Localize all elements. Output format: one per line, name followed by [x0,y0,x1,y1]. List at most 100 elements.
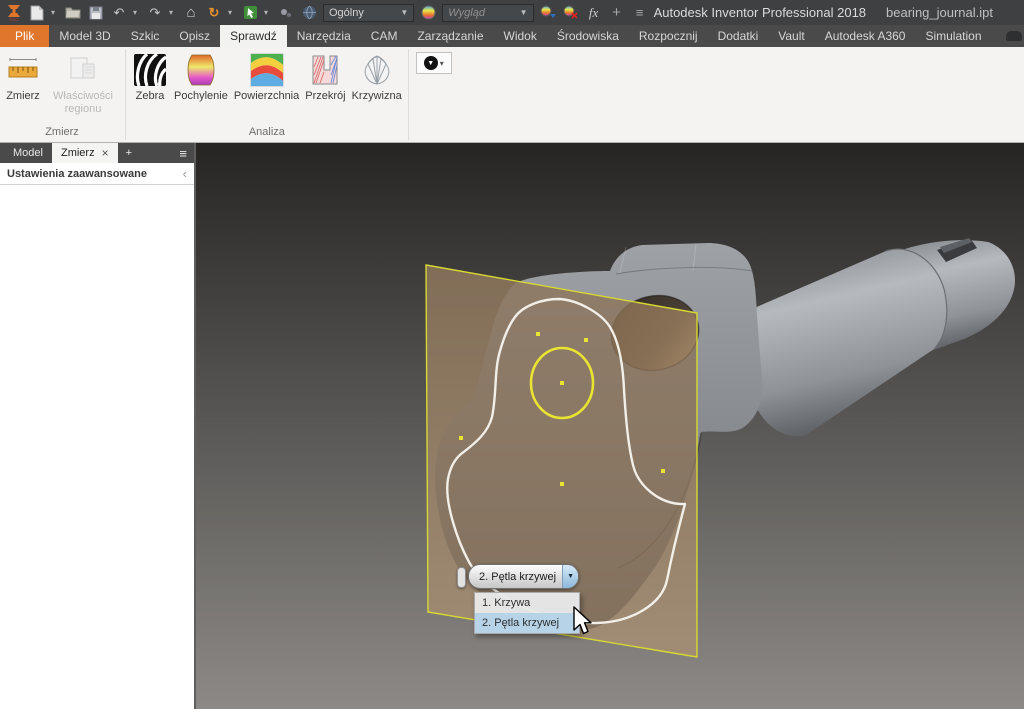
surface-label: Powierzchnia [233,90,300,102]
panel-menu-icon[interactable]: ≡ [172,143,194,163]
tab-cam[interactable]: CAM [361,25,408,47]
svg-text:PRO: PRO [10,17,19,22]
tab-plik[interactable]: Plik [0,25,50,47]
new-file-icon[interactable] [28,3,46,23]
collapse-chevron-icon[interactable]: ‹ [183,166,187,181]
a360-cloud-icon[interactable] [1006,31,1022,41]
section-icon [307,52,343,88]
document-name: bearing_journal.ipt [886,5,993,20]
material-combo-value: Ogólny [329,6,364,19]
graphics-viewport[interactable]: 2. Pętla krzywej ▼ 1. Krzywa 2. Pętla kr… [196,143,1024,709]
appearance-combo-placeholder: Wygląd [448,6,485,19]
measure-icon [5,52,41,88]
inventor-window: PRO ▾ ↶ ▾ ↷ ▾ ⌂ ↻ ▾ ▾ Ogólny ▼ Wygląd ▼ … [0,0,1024,709]
tab-zarzadzanie[interactable]: Zarządzanie [407,25,493,47]
material-sphere-icon[interactable] [419,3,437,23]
panel-tab-model[interactable]: Model [4,143,52,163]
advanced-settings-label: Ustawienia zaawansowane [7,167,147,180]
add-panel-tab-button[interactable]: + [118,143,140,163]
visibility-arrow-icon: ▾ [439,58,444,68]
tab-widok[interactable]: Widok [494,25,547,47]
curvature-button[interactable]: Krzywizna [349,48,405,103]
inventor-logo-icon: PRO [5,3,23,23]
material-combo[interactable]: Ogólny ▼ [323,3,415,22]
tab-srodowiska[interactable]: Środowiska [547,25,629,47]
tab-szkic[interactable]: Szkic [121,25,170,47]
adjust-appearance-icon[interactable] [539,3,557,23]
material-combo-arrow-icon: ▼ [400,8,409,17]
appearance-combo-arrow-icon: ▼ [519,8,528,17]
zebra-button[interactable]: Zebra [129,48,171,103]
option-krzywa[interactable]: 1. Krzywa [475,593,579,613]
select-dropdown-icon[interactable]: ▾ [264,8,272,17]
surface-button[interactable]: Powierzchnia [231,48,302,103]
section-button[interactable]: Przekrój [302,48,348,103]
close-tab-icon[interactable]: × [102,146,109,160]
tab-dodatki[interactable]: Dodatki [708,25,769,47]
measure-label: Zmierz [6,90,40,102]
draft-icon [183,52,219,88]
redo-icon[interactable]: ↷ [146,3,164,23]
tab-opisz[interactable]: Opisz [169,25,220,47]
draft-label: Pochylenie [174,90,228,102]
option-petla-krzywej[interactable]: 2. Pętla krzywej [475,613,579,633]
new-file-dropdown-icon[interactable]: ▾ [51,8,59,17]
curvature-icon [359,52,395,88]
panel-tab-bar: Model Zmierz × + ≡ [0,143,194,163]
region-properties-label: Właściwości regionu [53,90,113,115]
curve-selector-list: 1. Krzywa 2. Pętla krzywej [474,592,580,634]
annotate-dots-icon[interactable] [277,3,295,23]
ribbon-group-zmierz: Zmierz Właściwości regionu Zmierz [0,47,124,142]
zebra-label: Zebra [135,90,165,102]
curve-selector-combo[interactable]: 2. Pętla krzywej ▼ [468,564,580,589]
panel-body [0,185,194,709]
advanced-settings-header[interactable]: Ustawienia zaawansowane ‹ [0,163,194,185]
browser-panel: Model Zmierz × + ≡ Ustawienia zaawansowa… [0,143,196,709]
select-icon[interactable] [241,3,259,23]
ribbon-group-analiza: Zebra Pochylenie Powierzchnia Przekrój K… [127,47,407,142]
section-label: Przekrój [305,90,346,102]
selector-handle[interactable] [457,567,466,588]
ribbon-separator [407,49,409,140]
tab-autodesk-a360[interactable]: Autodesk A360 [815,25,916,47]
tab-sprawdz[interactable]: Sprawdź [220,25,287,47]
update-icon[interactable]: ↻ [205,3,223,23]
curve-selector-arrow-icon[interactable]: ▼ [562,565,579,588]
title-bar: PRO ▾ ↶ ▾ ↷ ▾ ⌂ ↻ ▾ ▾ Ogólny ▼ Wygląd ▼ … [0,0,1024,25]
parameters-fx-icon[interactable]: fx [585,3,603,23]
ribbon-panel: Zmierz Właściwości regionu Zmierz Zebra … [0,47,1024,143]
group-label-analiza: Analiza [248,126,285,138]
tab-simulation[interactable]: Simulation [915,25,991,47]
ribbon-tab-bar: Plik Model 3D Szkic Opisz Sprawdź Narzęd… [0,25,1024,47]
open-file-icon[interactable] [64,3,82,23]
zebra-icon [132,52,168,88]
tab-narzedzia[interactable]: Narzędzia [287,25,361,47]
qat-add-command-icon[interactable]: + [608,3,626,23]
draft-button[interactable]: Pochylenie [171,48,231,103]
tab-rozpocznij[interactable]: Rozpocznij [629,25,708,47]
undo-dropdown-icon[interactable]: ▾ [133,8,141,17]
3d-scene[interactable] [196,143,1024,709]
update-dropdown-icon[interactable]: ▾ [228,8,236,17]
tab-vault[interactable]: Vault [768,25,814,47]
web-globe-icon[interactable] [300,3,318,23]
panel-tab-zmierz-label: Zmierz [60,147,95,159]
region-properties-button[interactable]: Właściwości regionu [44,48,122,115]
undo-icon[interactable]: ↶ [110,3,128,23]
surface-icon [249,52,285,88]
ribbon-separator [125,49,126,140]
region-properties-icon [65,52,101,88]
appearance-combo[interactable]: Wygląd ▼ [442,3,534,22]
analysis-visibility-dropdown[interactable]: ▼ ▾ [415,52,452,74]
redo-dropdown-icon[interactable]: ▾ [169,8,177,17]
measure-button[interactable]: Zmierz [2,48,44,103]
panel-tab-zmierz[interactable]: Zmierz × [51,143,118,163]
tab-model-3d[interactable]: Model 3D [49,25,120,47]
save-icon[interactable] [87,3,105,23]
clear-appearance-icon[interactable] [562,3,580,23]
qat-customize-icon[interactable]: ≡ [631,3,649,23]
curvature-label: Krzywizna [351,90,402,102]
visibility-ball-icon: ▼ [423,56,438,70]
panel-tab-model-label: Model [13,147,43,159]
home-icon[interactable]: ⌂ [182,3,200,23]
